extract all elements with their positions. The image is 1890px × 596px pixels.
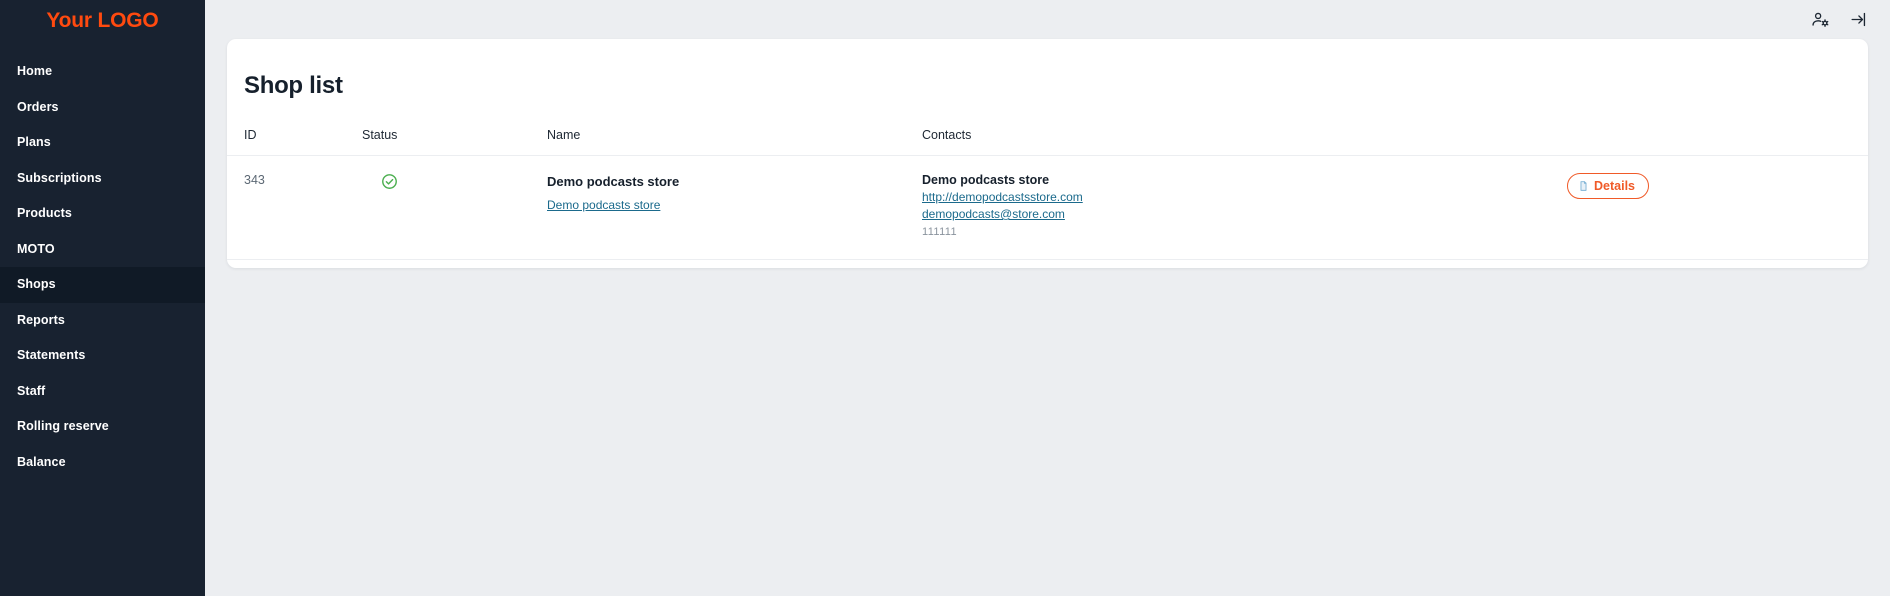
sidebar-item-label: Balance xyxy=(17,454,66,469)
status-badge xyxy=(362,173,547,190)
cell-name: Demo podcasts store Demo podcasts store xyxy=(547,155,922,260)
shop-name-link[interactable]: Demo podcasts store xyxy=(547,198,660,212)
sidebar-item-staff[interactable]: Staff xyxy=(0,374,205,410)
sidebar-item-rolling-reserve[interactable]: Rolling reserve xyxy=(0,409,205,445)
shop-list-card: Shop list ID Status Name Contacts 343 De… xyxy=(227,39,1868,268)
sidebar-item-label: Home xyxy=(17,64,53,78)
sidebar-item-statements[interactable]: Statements xyxy=(0,338,205,374)
cell-id: 343 xyxy=(227,155,362,260)
column-header-contacts: Contacts xyxy=(922,128,1537,156)
sidebar-item-plans[interactable]: Plans xyxy=(0,125,205,161)
sidebar-item-products[interactable]: Products xyxy=(0,196,205,232)
sidebar-item-label: Products xyxy=(17,206,72,220)
document-icon xyxy=(1580,181,1587,191)
logout-icon[interactable] xyxy=(1848,10,1868,30)
main-content: Shop list ID Status Name Contacts 343 De… xyxy=(205,0,1890,596)
details-button-label: Details xyxy=(1594,179,1635,193)
sidebar-item-label: Plans xyxy=(17,135,51,149)
cell-status xyxy=(362,155,547,260)
table-header: ID Status Name Contacts xyxy=(227,128,1868,156)
check-circle-icon xyxy=(382,174,397,189)
contact-website-link[interactable]: http://demopodcastsstore.com xyxy=(922,190,1537,205)
contact-phone: 111111 xyxy=(922,226,958,238)
contact-email-link[interactable]: demopodcasts@store.com xyxy=(922,207,1537,222)
sidebar-item-home[interactable]: Home xyxy=(0,54,205,90)
sidebar-item-label: Statements xyxy=(17,348,86,362)
cell-actions: Details xyxy=(1537,155,1868,260)
shop-name: Demo podcasts store xyxy=(547,174,680,189)
sidebar-item-label: Orders xyxy=(17,99,59,114)
sidebar-item-label: Staff xyxy=(17,383,46,398)
table-header-row: ID Status Name Contacts xyxy=(227,128,1868,156)
sidebar-item-balance[interactable]: Balance xyxy=(0,445,205,481)
column-header-name: Name xyxy=(547,128,922,156)
logo: Your LOGO xyxy=(46,9,159,32)
table-row: 343 Demo podcasts store Demo podcasts st… xyxy=(227,155,1868,260)
topbar xyxy=(205,0,1890,39)
shop-table: ID Status Name Contacts 343 Demo podcast… xyxy=(227,128,1868,260)
sidebar-item-label: MOTO xyxy=(17,241,55,256)
sidebar-item-label: Rolling reserve xyxy=(17,419,109,433)
sidebar-item-orders[interactable]: Orders xyxy=(0,90,205,126)
sidebar-item-moto[interactable]: MOTO xyxy=(0,232,205,268)
cell-contacts: Demo podcasts store http://demopodcastss… xyxy=(922,155,1537,260)
shop-id: 343 xyxy=(244,173,265,187)
column-header-actions xyxy=(1537,128,1868,156)
details-button[interactable]: Details xyxy=(1567,173,1649,199)
sidebar-item-reports[interactable]: Reports xyxy=(0,303,205,339)
sidebar-item-label: Subscriptions xyxy=(17,170,102,185)
contact-name: Demo podcasts store xyxy=(922,173,1050,187)
account-settings-icon[interactable] xyxy=(1810,10,1830,30)
app-root: Your LOGO Home Orders Plans Subscription… xyxy=(0,0,1890,596)
table-body: 343 Demo podcasts store Demo podcasts st… xyxy=(227,155,1868,260)
sidebar-nav: Home Orders Plans Subscriptions Products… xyxy=(0,44,205,480)
column-header-id: ID xyxy=(227,128,362,156)
sidebar-item-label: Reports xyxy=(17,312,65,327)
sidebar: Your LOGO Home Orders Plans Subscription… xyxy=(0,0,205,596)
column-header-status: Status xyxy=(362,128,547,156)
sidebar-item-shops[interactable]: Shops xyxy=(0,267,205,303)
page-title: Shop list xyxy=(244,72,343,99)
sidebar-item-subscriptions[interactable]: Subscriptions xyxy=(0,161,205,197)
sidebar-item-label: Shops xyxy=(17,277,56,291)
